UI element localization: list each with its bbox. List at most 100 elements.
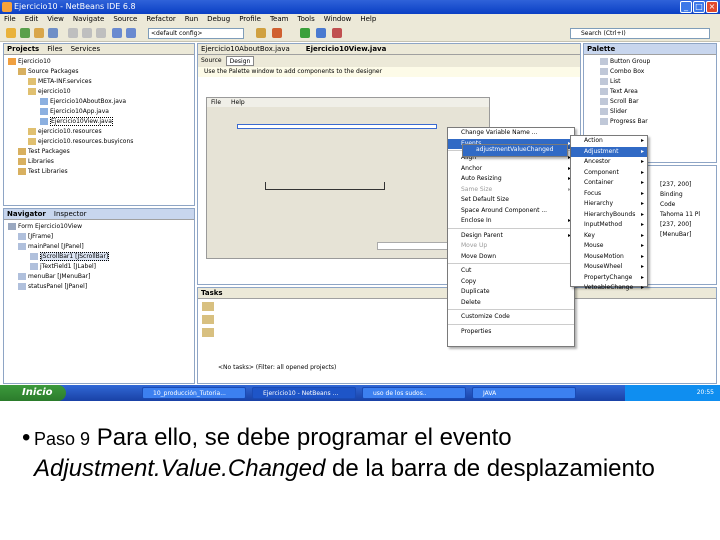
palette-item[interactable]: Scroll Bar [600,97,716,107]
tab-about-box[interactable]: Ejercicio10AboutBox.java [201,44,290,54]
menu-item-delete[interactable]: Delete [448,298,574,309]
tab-navigator[interactable]: Navigator [7,209,46,219]
menu-debug[interactable]: Debug [207,14,230,25]
scrollbar-component[interactable] [237,124,437,129]
tree-item[interactable]: Ejercicio10AboutBox.java [8,97,194,107]
menu-item-properties[interactable]: Properties [448,327,574,338]
event-hierarchy-bounds[interactable]: HierarchyBounds [571,210,647,221]
menu-item-design-parent[interactable]: Design Parent [448,231,574,242]
menu-item-duplicate[interactable]: Duplicate [448,287,574,298]
menu-window[interactable]: Window [324,14,352,25]
design-mode-button[interactable]: Design [225,56,255,66]
menu-item-customize-code[interactable]: Customize Code [448,312,574,323]
form-menu-help[interactable]: Help [231,98,245,107]
tree-item[interactable]: META-INF.services [8,77,194,87]
menu-refactor[interactable]: Refactor [146,14,175,25]
tree-item[interactable]: ejercicio10 [8,87,194,97]
close-button[interactable]: × [706,1,718,13]
property-value[interactable]: [MenuBar] [660,230,716,240]
taskbar-item[interactable]: uso de los sudos.. [362,387,466,399]
run-icon[interactable] [300,28,310,38]
palette-item[interactable]: Button Group [600,57,716,67]
property-value[interactable]: Code [660,200,716,210]
palette-item[interactable]: Text Area [600,87,716,97]
tab-services[interactable]: Services [71,44,101,54]
event-container[interactable]: Container [571,178,647,189]
event-adjustment-value-changed[interactable]: adjustmentValueChanged [463,145,567,156]
copy-icon[interactable] [82,28,92,38]
paste-icon[interactable] [96,28,106,38]
palette-item[interactable]: Progress Bar [600,117,716,127]
menu-view[interactable]: View [47,14,64,25]
new-project-icon[interactable] [6,28,16,38]
menu-run[interactable]: Run [185,14,198,25]
profile-icon[interactable] [332,28,342,38]
menu-help[interactable]: Help [360,14,376,25]
tree-item[interactable]: ejercicio10.resources [8,127,194,137]
property-value[interactable]: [237, 200] [660,180,716,190]
menu-edit[interactable]: Edit [25,14,39,25]
event-focus[interactable]: Focus [571,189,647,200]
event-property-change[interactable]: PropertyChange [571,273,647,284]
tree-item-selected[interactable]: jScrollBar1 [JScrollBar] [8,252,194,262]
event-hierarchy[interactable]: Hierarchy [571,199,647,210]
menu-file[interactable]: File [4,14,16,25]
event-mouse-motion[interactable]: MouseMotion [571,252,647,263]
menu-item-same-size[interactable]: Same Size [448,185,574,196]
menu-item-move-down[interactable]: Move Down [448,252,574,263]
event-adjustment[interactable]: Adjustment [571,146,647,157]
tree-item[interactable]: mainPanel [JPanel] [8,242,194,252]
event-mouse-wheel[interactable]: MouseWheel [571,262,647,273]
maximize-button[interactable]: □ [693,1,705,13]
menu-item-enclose-in[interactable]: Enclose In [448,216,574,227]
new-file-icon[interactable] [20,28,30,38]
tree-item[interactable]: Test Packages [8,147,194,157]
filter-icon[interactable] [202,302,214,311]
menu-tools[interactable]: Tools [297,14,314,25]
config-combo[interactable]: <default config> [148,28,244,39]
palette-item[interactable]: List [600,77,716,87]
menu-profile[interactable]: Profile [239,14,261,25]
property-value[interactable]: [237, 200] [660,220,716,230]
tab-inspector[interactable]: Inspector [54,209,87,219]
menu-source[interactable]: Source [113,14,137,25]
event-component[interactable]: Component [571,168,647,179]
cut-icon[interactable] [68,28,78,38]
menu-item-move-up[interactable]: Move Up [448,241,574,252]
palette-item[interactable]: Slider [600,107,716,117]
undo-icon[interactable] [112,28,122,38]
label-component[interactable] [265,182,385,190]
tab-projects[interactable]: Projects [7,44,39,54]
start-button[interactable]: Inicio [0,385,66,401]
taskbar-item[interactable]: JAVA [472,387,576,399]
tab-view[interactable]: Ejercicio10View.java [306,44,387,54]
tree-item[interactable]: [JFrame] [8,232,194,242]
menu-navigate[interactable]: Navigate [73,14,104,25]
property-value[interactable]: Binding [660,190,716,200]
event-mouse[interactable]: Mouse [571,241,647,252]
tree-item-selected[interactable]: Ejercicio10View.java [8,117,194,127]
search-input[interactable]: Search (Ctrl+I) [570,28,710,39]
tree-item[interactable]: Ejercicio10App.java [8,107,194,117]
tree-item[interactable]: jTextField1 [JLabel] [8,262,194,272]
build-icon[interactable] [256,28,266,38]
palette-item[interactable]: Combo Box [600,67,716,77]
tree-item[interactable]: Ejercicio10 [8,57,194,67]
tasks-icon[interactable] [202,328,214,337]
tab-files[interactable]: Files [47,44,62,54]
source-mode-button[interactable]: Source [201,56,222,66]
tree-item[interactable]: Test Libraries [8,167,194,177]
tree-item[interactable]: Source Packages [8,67,194,77]
event-key[interactable]: Key [571,231,647,242]
menu-item-copy[interactable]: Copy [448,277,574,288]
menu-team[interactable]: Team [270,14,289,25]
tree-item[interactable]: Libraries [8,157,194,167]
menu-item-anchor[interactable]: Anchor [448,164,574,175]
event-action[interactable]: Action [571,136,647,147]
menu-item-set-default-size[interactable]: Set Default Size [448,195,574,206]
scope-icon[interactable] [202,315,214,324]
save-all-icon[interactable] [48,28,58,38]
tree-item[interactable]: ejercicio10.resources.busyicons [8,137,194,147]
debug-icon[interactable] [316,28,326,38]
menu-item-auto-resizing[interactable]: Auto Resizing [448,174,574,185]
